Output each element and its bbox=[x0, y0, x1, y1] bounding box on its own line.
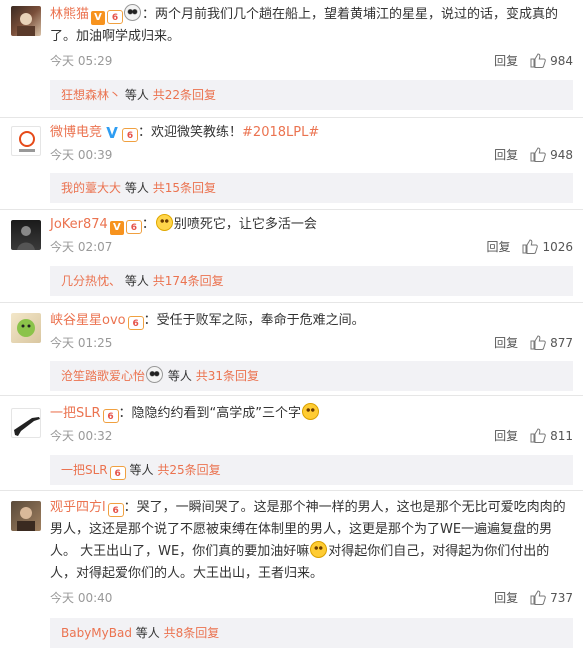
verified-badge-icon: V bbox=[109, 221, 124, 235]
avatar[interactable] bbox=[11, 126, 41, 156]
thumbs-up-icon[interactable] bbox=[530, 590, 546, 605]
sub-reply-etc: 等人 bbox=[167, 369, 192, 383]
verified-badge-icon: V bbox=[91, 11, 106, 25]
level-badge-icon: 6 bbox=[127, 316, 144, 330]
username[interactable]: 微博电竞 bbox=[50, 125, 102, 140]
comment-item: 峡谷星星ovo 6 ：受任于败军之际，奉命于危难之间。 今天 01:25 回复 87… bbox=[0, 303, 583, 395]
username[interactable]: JoKer874 bbox=[50, 217, 108, 232]
comment-text: ：欢迎微笑教练！ bbox=[138, 125, 243, 140]
username[interactable]: 一把SLR bbox=[50, 406, 101, 421]
comment-item: JoKer874 V 6：别喷死它，让它多活一会 今天 02:07 回复 1026 … bbox=[0, 210, 583, 302]
sub-reply-total[interactable]: 共22条回复 bbox=[153, 88, 216, 102]
thumbs-up-icon[interactable] bbox=[530, 335, 546, 350]
like-count: 877 bbox=[550, 335, 573, 350]
sub-reply-etc: 等人 bbox=[129, 463, 154, 477]
level-badge-icon: 6 bbox=[107, 10, 124, 24]
comment-text-prefix: ： bbox=[141, 217, 155, 232]
rifle-icon bbox=[14, 417, 40, 436]
avatar[interactable] bbox=[11, 220, 41, 250]
sub-reply-user[interactable]: 狂想森林丶 bbox=[61, 88, 121, 102]
smile-emoji-icon bbox=[302, 403, 320, 420]
like-count: 737 bbox=[550, 590, 573, 605]
avatar[interactable] bbox=[11, 6, 41, 36]
avatar[interactable] bbox=[11, 408, 41, 438]
sub-reply-summary[interactable]: 我的薹大大 等人 共15条回复 bbox=[50, 173, 573, 203]
sub-reply-user[interactable]: 我的薹大大 bbox=[61, 181, 121, 195]
sub-reply-summary[interactable]: 一把SLR 6 等人 共25条回复 bbox=[50, 455, 573, 485]
thumbs-up-icon[interactable] bbox=[522, 239, 539, 254]
sub-reply-etc: 等人 bbox=[124, 181, 149, 195]
reply-button[interactable]: 回复 bbox=[494, 427, 518, 444]
comment-time: 今天 02:07 bbox=[50, 240, 113, 254]
comment-time: 今天 00:40 bbox=[50, 591, 113, 605]
avatar-image-icon bbox=[17, 507, 35, 531]
like-count: 948 bbox=[550, 147, 573, 162]
crying-emoji-icon bbox=[310, 541, 328, 558]
avatar-image-icon bbox=[17, 319, 35, 337]
sub-reply-etc: 等人 bbox=[124, 88, 149, 102]
comment-item: 林熊猫 V 6 ：两个月前我们几个趟在船上，望着黄埔江的星星，说过的话，变成真的了。加… bbox=[0, 0, 583, 118]
thumbs-up-icon[interactable] bbox=[530, 53, 546, 68]
level-badge-icon: 6 bbox=[122, 128, 139, 142]
level-badge-icon: 6 bbox=[109, 466, 126, 480]
panda-emoji-icon bbox=[124, 4, 142, 21]
sub-reply-summary[interactable]: 几分热忱、 等人 共174条回复 bbox=[50, 266, 573, 296]
sub-reply-summary[interactable]: 狂想森林丶 等人 共22条回复 bbox=[50, 80, 573, 110]
avatar[interactable] bbox=[11, 313, 41, 343]
panda-emoji-icon bbox=[146, 366, 164, 383]
comment-item: 观乎四方l 6 ：哭了，一瞬间哭了。这是那个神一样的男人，这也是那个无比可爱吃肉肉的… bbox=[0, 491, 583, 654]
thumbs-up-icon[interactable] bbox=[530, 147, 546, 162]
comment-item: 一把SLR 6 ：隐隐约约看到“高学成”三个字 今天 00:32 回复 811 一把… bbox=[0, 396, 583, 490]
sub-reply-total[interactable]: 共8条回复 bbox=[164, 626, 220, 640]
reply-button[interactable]: 回复 bbox=[494, 146, 518, 163]
level-badge-icon: 6 bbox=[125, 220, 142, 234]
sub-reply-summary[interactable]: BabyMyBad 等人 共8条回复 bbox=[50, 618, 573, 648]
username[interactable]: 林熊猫 bbox=[50, 7, 89, 22]
sub-reply-total[interactable]: 共25条回复 bbox=[157, 463, 220, 477]
avatar-image-icon bbox=[17, 13, 35, 36]
smile-emoji-icon bbox=[155, 214, 173, 231]
sub-reply-user[interactable]: 沧笙踏歌爱心怡 bbox=[61, 369, 145, 383]
level-badge-icon: 6 bbox=[102, 409, 119, 423]
verified-badge-icon: V bbox=[106, 124, 118, 142]
avatar-image-icon bbox=[17, 226, 35, 250]
comment-text: ：隐隐约约看到“高学成”三个字 bbox=[118, 406, 302, 421]
reply-button[interactable]: 回复 bbox=[494, 52, 518, 69]
comment-time: 今天 01:25 bbox=[50, 336, 113, 350]
like-count: 984 bbox=[550, 53, 573, 68]
comment-item: 微博电竞 V 6 ：欢迎微笑教练！#2018LPL# 今天 00:39 回复 948 … bbox=[0, 118, 583, 210]
like-count: 1026 bbox=[542, 239, 573, 254]
sub-reply-total[interactable]: 共31条回复 bbox=[196, 369, 259, 383]
comment-text: ：受任于败军之际，奉命于危难之间。 bbox=[143, 313, 365, 328]
sub-reply-summary[interactable]: 沧笙踏歌爱心怡 等人 共31条回复 bbox=[50, 361, 573, 391]
reply-button[interactable]: 回复 bbox=[494, 589, 518, 606]
sub-reply-user[interactable]: 几分热忱、 bbox=[61, 274, 121, 288]
level-badge-icon: 6 bbox=[107, 503, 124, 517]
username[interactable]: 峡谷星星ovo bbox=[50, 313, 126, 328]
thumbs-up-icon[interactable] bbox=[530, 428, 546, 443]
sub-reply-etc: 等人 bbox=[124, 274, 149, 288]
comment-time: 今天 00:32 bbox=[50, 429, 113, 443]
sub-reply-total[interactable]: 共15条回复 bbox=[153, 181, 216, 195]
sub-reply-user[interactable]: 一把SLR bbox=[61, 463, 108, 477]
hashtag-link[interactable]: #2018LPL# bbox=[242, 125, 319, 140]
sub-reply-user[interactable]: BabyMyBad bbox=[61, 626, 132, 640]
weibo-esports-logo-icon bbox=[19, 131, 35, 152]
comment-text: 别喷死它，让它多活一会 bbox=[173, 217, 317, 232]
sub-reply-total[interactable]: 共174条回复 bbox=[153, 274, 224, 288]
reply-button[interactable]: 回复 bbox=[486, 238, 510, 255]
comment-time: 今天 05:29 bbox=[50, 54, 113, 68]
avatar[interactable] bbox=[11, 501, 41, 531]
reply-button[interactable]: 回复 bbox=[494, 334, 518, 351]
username[interactable]: 观乎四方l bbox=[50, 500, 106, 515]
comment-time: 今天 00:39 bbox=[50, 148, 113, 162]
sub-reply-etc: 等人 bbox=[135, 626, 160, 640]
like-count: 811 bbox=[550, 428, 573, 443]
